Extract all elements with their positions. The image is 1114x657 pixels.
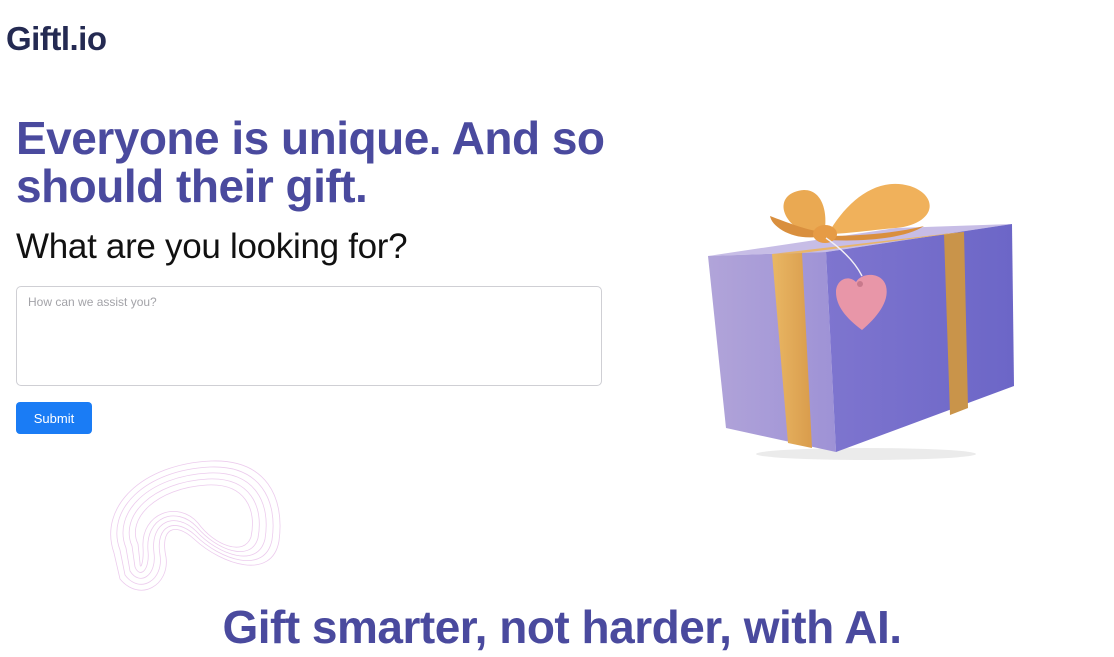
footer-tagline: Gift smarter, not harder, with AI. (222, 601, 902, 653)
brand-logo[interactable]: Giftl.io (6, 20, 107, 58)
hero-subheading: What are you looking for? (16, 227, 408, 266)
submit-button[interactable]: Submit (16, 402, 92, 434)
gift-box-image (708, 183, 1014, 460)
hero-headline: Everyone is unique. And so should their … (16, 112, 605, 212)
gift-query-input[interactable] (16, 286, 602, 386)
wavy-line-decoration (110, 460, 281, 591)
landing-page: Giftl.io Everyone is unique. And so shou… (0, 0, 1114, 657)
